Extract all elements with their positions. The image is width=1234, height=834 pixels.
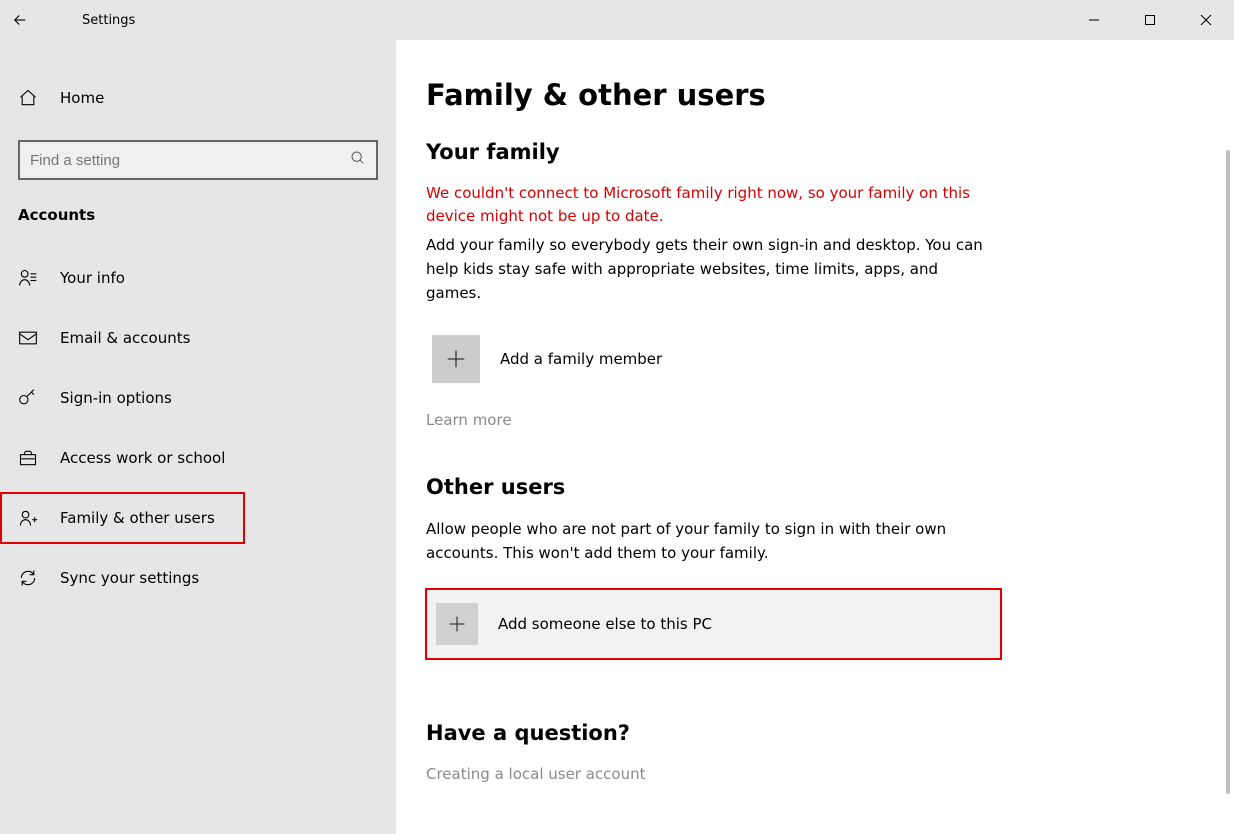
user-info-icon [18, 268, 38, 288]
family-description: Add your family so everybody gets their … [426, 233, 986, 305]
family-error-text: We couldn't connect to Microsoft family … [426, 182, 986, 227]
question-link[interactable]: Creating a local user account [426, 765, 1234, 783]
arrow-left-icon [11, 11, 29, 29]
briefcase-icon [18, 448, 38, 468]
back-button[interactable] [0, 0, 40, 40]
other-users-heading: Other users [426, 475, 1234, 499]
nav-list: Your info Email & accounts Sign-in optio… [0, 252, 396, 604]
family-heading: Your family [426, 140, 1234, 164]
nav-signin-options[interactable]: Sign-in options [0, 372, 396, 424]
close-icon [1200, 14, 1212, 26]
minimize-button[interactable] [1066, 0, 1122, 40]
search-icon [350, 150, 366, 170]
maximize-button[interactable] [1122, 0, 1178, 40]
learn-more-link[interactable]: Learn more [426, 411, 1234, 429]
nav-access-work-school[interactable]: Access work or school [0, 432, 396, 484]
question-heading: Have a question? [426, 721, 1234, 745]
add-family-label: Add a family member [500, 350, 662, 368]
home-icon [18, 88, 38, 108]
window-controls [1066, 0, 1234, 40]
sidebar: Home Accounts Your info Email & account [0, 40, 396, 834]
search-box[interactable] [18, 140, 378, 180]
window-title: Settings [82, 13, 135, 28]
nav-label: Sync your settings [60, 569, 199, 587]
nav-your-info[interactable]: Your info [0, 252, 396, 304]
other-users-description: Allow people who are not part of your fa… [426, 517, 986, 565]
add-someone-else-button[interactable]: Add someone else to this PC [426, 589, 1001, 659]
plus-icon [432, 335, 480, 383]
maximize-icon [1144, 14, 1156, 26]
nav-family-other-users[interactable]: Family & other users [0, 492, 245, 544]
home-nav[interactable]: Home [0, 72, 396, 124]
search-input[interactable] [30, 152, 350, 169]
nav-sync-settings[interactable]: Sync your settings [0, 552, 396, 604]
add-someone-label: Add someone else to this PC [498, 615, 712, 633]
nav-label: Your info [60, 269, 125, 287]
titlebar: Settings [0, 0, 1234, 40]
page-title: Family & other users [426, 78, 1234, 112]
section-accounts-label: Accounts [0, 180, 396, 234]
email-icon [18, 328, 38, 348]
content-area: Family & other users Your family We coul… [396, 40, 1234, 834]
sync-icon [18, 568, 38, 588]
people-add-icon [18, 508, 38, 528]
nav-label: Access work or school [60, 449, 225, 467]
nav-label: Email & accounts [60, 329, 190, 347]
add-family-member-button[interactable]: Add a family member [426, 329, 986, 389]
key-icon [18, 388, 38, 408]
close-button[interactable] [1178, 0, 1234, 40]
plus-icon [436, 603, 478, 645]
nav-label: Sign-in options [60, 389, 172, 407]
scrollbar[interactable] [1226, 150, 1230, 794]
nav-label: Family & other users [60, 509, 215, 527]
home-label: Home [60, 89, 104, 107]
minimize-icon [1088, 14, 1100, 26]
nav-email-accounts[interactable]: Email & accounts [0, 312, 396, 364]
